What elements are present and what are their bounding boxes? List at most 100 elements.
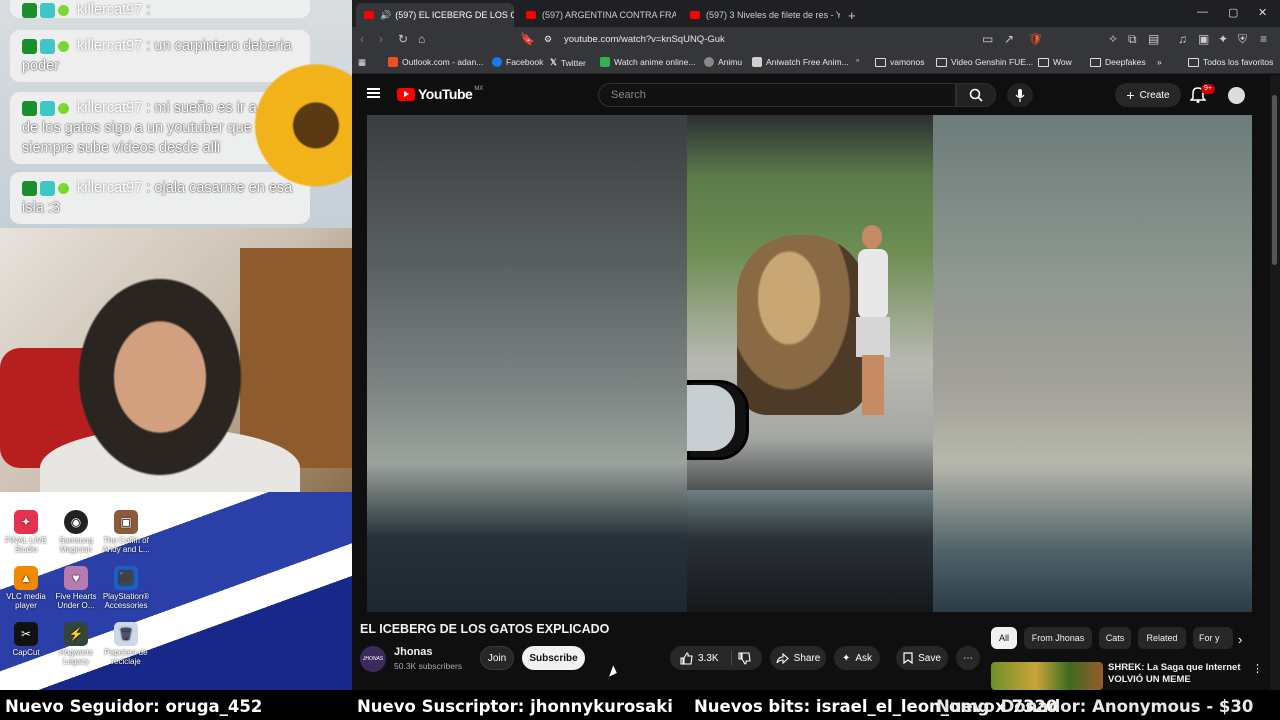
chat-username: killercat97 — [77, 2, 143, 18]
streamer — [60, 278, 260, 492]
recommended-more-icon[interactable]: ⋮ — [1252, 662, 1263, 675]
stream-ticker: Nuevo Seguidor: oruga_452 Nuevo Suscript… — [0, 690, 1280, 720]
bookmark-all-favorites[interactable]: Todos los favoritos — [1188, 57, 1273, 67]
youtube-play-icon — [397, 87, 415, 101]
chip-for-you[interactable]: For y — [1193, 627, 1233, 649]
youtube-logo[interactable]: YouTube MX — [397, 86, 483, 102]
ask-button[interactable]: ✦ Ask — [834, 646, 880, 670]
search-button[interactable] — [956, 83, 996, 107]
tab-bar: 🔊 (597) EL ICEBERG DE LOS GA ✕ (597) ARG… — [352, 0, 1280, 27]
scrollbar-thumb[interactable] — [1272, 95, 1277, 265]
desktop-icon[interactable]: ◉ Samsung Magician — [50, 510, 102, 554]
bookmark-icon[interactable]: 🔖 — [520, 32, 535, 46]
bookmark-vamonos[interactable]: vamonos — [875, 57, 925, 67]
save-button[interactable]: Save — [896, 646, 948, 670]
dislike-button[interactable] — [738, 652, 751, 668]
chevron-right-icon[interactable]: › — [1238, 632, 1242, 647]
ai-icon[interactable]: ✦ — [1218, 32, 1228, 46]
chat-username: killercat97 — [77, 38, 143, 54]
more-bookmarks-icon[interactable]: » — [1157, 57, 1162, 67]
create-button[interactable]: + Create — [1115, 83, 1181, 107]
new-tab-button[interactable]: + — [848, 3, 868, 27]
home-icon[interactable]: ⌂ — [418, 32, 425, 46]
extensions-icon[interactable]: ⧉ — [1128, 32, 1137, 47]
more-actions-icon[interactable]: ⋯ — [956, 646, 980, 670]
desktop-icon[interactable]: ⚡ Hogwarts Legacy — [50, 622, 102, 666]
chip-cats[interactable]: Cats — [1099, 627, 1131, 649]
account-avatar[interactable] — [1228, 87, 1245, 104]
bookmark-facebook[interactable]: Facebook — [492, 57, 543, 67]
bookmark-save-icon — [903, 652, 913, 664]
bookmark-deepfakes[interactable]: Deepfakes — [1090, 57, 1146, 67]
bookmark-extra[interactable]: ᐢ — [856, 57, 859, 68]
bookmark-aniwatch[interactable]: Aniwatch Free Anim... — [752, 57, 849, 67]
chat-badges — [22, 2, 69, 18]
reload-icon[interactable]: ↻ — [398, 32, 408, 46]
leo-icon[interactable]: ✧ — [1108, 32, 1118, 46]
share-page-icon[interactable]: ↗ — [1004, 32, 1014, 46]
youtube-favicon-icon — [364, 11, 374, 19]
url-field[interactable]: ⚙ youtube.com/watch?v=knSqUNQ-Guk — [534, 30, 1034, 49]
like-button[interactable]: 3.3K — [680, 651, 719, 665]
desktop-icon[interactable]: ✦ FINAL LIVE Studio — [0, 510, 52, 554]
bookmark-genshin[interactable]: Video Genshin FUE... — [936, 57, 1033, 67]
share-button[interactable]: Share — [770, 646, 826, 670]
chat-badges — [22, 100, 69, 116]
voice-search-button[interactable] — [1007, 83, 1033, 107]
close-window-icon[interactable]: ✕ — [1258, 6, 1267, 19]
music-icon[interactable]: ♫ — [1178, 32, 1187, 46]
lion — [737, 235, 867, 415]
search-input[interactable]: Search — [598, 83, 956, 107]
channel-avatar[interactable]: JHONAS — [360, 646, 386, 672]
desktop-icon[interactable]: 🗑 Papelera de reciclaje — [100, 622, 152, 666]
sparkle-icon: ✦ — [841, 652, 851, 664]
pin-icon: ᐢ — [856, 57, 860, 67]
chip-related[interactable]: Related — [1138, 627, 1186, 649]
cast-icon[interactable]: ▭ — [982, 32, 993, 46]
tab-iceberg[interactable]: 🔊 (597) EL ICEBERG DE LOS GA ✕ — [356, 3, 514, 27]
subscribe-button[interactable]: Subscribe — [522, 646, 585, 670]
desktop-background: ✦ FINAL LIVE Studio ◉ Samsung Magician ▣ Th… — [0, 492, 352, 690]
divider — [731, 651, 732, 665]
chip-all[interactable]: All — [991, 627, 1017, 649]
chat-badges — [22, 180, 69, 196]
apps-icon[interactable]: ▦ — [358, 57, 366, 68]
desktop-icon[interactable]: ⬛ PlayStation® Accessories — [100, 566, 152, 610]
bookmark-animu[interactable]: Animu — [704, 57, 742, 67]
bookmark-outlook[interactable]: Outlook.com - adan... — [388, 57, 483, 67]
site-info-icon[interactable]: ⚙ — [544, 34, 552, 45]
bookmark-watch-anime[interactable]: Watch anime online... — [600, 57, 695, 67]
youtube-header: YouTube MX Search + Create 9+ — [352, 75, 1280, 115]
menu-icon[interactable]: ≡ — [1260, 32, 1267, 46]
browser-window: 🔊 (597) EL ICEBERG DE LOS GA ✕ (597) ARG… — [352, 0, 1280, 690]
bookmark-twitter[interactable]: 𝕏 Twitter — [550, 57, 586, 68]
hamburger-menu-icon[interactable] — [367, 88, 380, 98]
sidebar-icon[interactable]: ▤ — [1148, 32, 1159, 46]
desktop-icon[interactable]: ♥ Five Hearts Under O... — [50, 566, 102, 610]
maximize-icon[interactable]: ▢ — [1228, 6, 1238, 19]
tab-filete[interactable]: (597) 3 Niveles de filete de res - YouT — [682, 3, 840, 27]
channel-name[interactable]: Jhonas — [394, 646, 433, 658]
video-frame — [687, 115, 933, 612]
bookmarks-bar: ▦ Outlook.com - adan... Facebook 𝕏 Twitte… — [352, 52, 1280, 74]
bookmark-wow[interactable]: Wow — [1038, 57, 1072, 67]
chip-from-jhonas[interactable]: From Jhonas — [1024, 627, 1092, 649]
tab-argentina[interactable]: (597) ARGENTINA CONTRA FRANCIA — [518, 3, 676, 27]
vpn-icon[interactable]: ⛨ — [1238, 32, 1247, 47]
recommended-title[interactable]: SHREK: La Saga que Internet VOLVIÓ UN ME… — [1108, 662, 1248, 686]
video-player[interactable] — [367, 115, 1252, 612]
chat-username: killercat97 — [77, 100, 143, 116]
brave-shield-icon[interactable]: 🛡 — [1028, 32, 1043, 46]
desktop-icon[interactable]: ▲ VLC media player — [0, 566, 52, 610]
minimize-icon[interactable]: — — [1197, 6, 1208, 18]
folder-icon — [875, 57, 886, 67]
join-button[interactable]: Join — [480, 646, 514, 670]
back-icon[interactable]: ‹ — [360, 32, 364, 46]
wallet-icon[interactable]: ▣ — [1198, 32, 1209, 46]
forward-icon[interactable]: › — [379, 32, 383, 46]
recommended-thumbnail[interactable] — [991, 662, 1103, 690]
desktop-icon[interactable]: ▣ The Coffin of Andy and L... — [100, 510, 152, 554]
desktop-icon[interactable]: ✂ CapCut — [0, 622, 52, 657]
car-mirror-glass — [687, 385, 735, 451]
plus-icon: + — [1126, 87, 1135, 103]
